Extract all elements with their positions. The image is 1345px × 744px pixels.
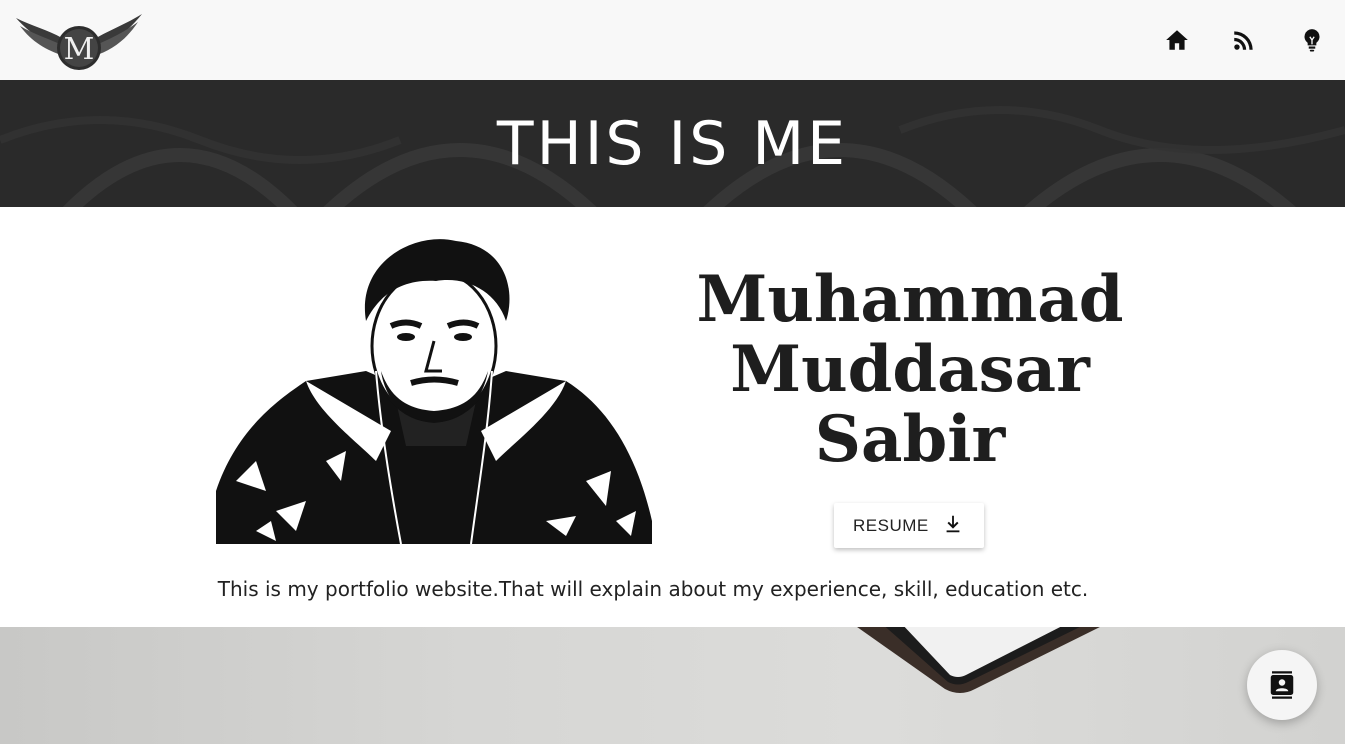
logo-letter: M <box>64 32 95 67</box>
resume-button-label: RESUME <box>853 515 929 535</box>
site-logo[interactable]: M <box>12 10 146 74</box>
profile-name: Muhammad Muddasar Sabir <box>660 265 1160 475</box>
hero-banner: THIS IS ME <box>0 80 1345 207</box>
nav-blog-button[interactable] <box>1226 22 1262 58</box>
profile-portrait-image <box>216 231 652 544</box>
profile-section: Muhammad Muddasar Sabir RESUME This is m… <box>0 207 1345 627</box>
lightbulb-icon <box>1304 29 1320 52</box>
nav-home-button[interactable] <box>1159 22 1195 58</box>
top-navbar: M <box>0 0 1345 80</box>
name-line-middle: Muddasar <box>730 332 1090 407</box>
name-line-last: Sabir <box>814 402 1006 477</box>
banner-title: THIS IS ME <box>496 108 849 179</box>
download-icon <box>946 515 960 533</box>
nav-ideas-button[interactable] <box>1294 22 1330 58</box>
home-icon <box>1166 30 1188 50</box>
contact-card-icon <box>1270 671 1294 699</box>
device-corner-image <box>857 627 1100 693</box>
name-line-first: Muhammad <box>696 262 1124 337</box>
rss-feed-icon <box>1234 31 1253 50</box>
contact-fab-button[interactable] <box>1247 650 1317 720</box>
winged-m-logo-icon: M <box>16 14 142 70</box>
resume-download-button[interactable]: RESUME <box>834 503 984 548</box>
intro-text: This is my portfolio website.That will e… <box>217 577 1089 601</box>
background-photo-strip <box>0 627 1345 744</box>
